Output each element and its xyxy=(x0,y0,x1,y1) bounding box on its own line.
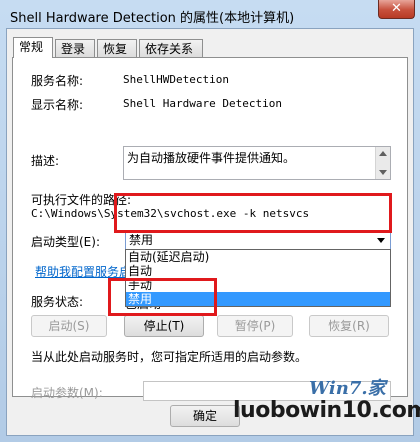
service-name-value: ShellHWDetection xyxy=(123,73,229,86)
startup-highlight xyxy=(114,193,392,233)
properties-window: Shell Hardware Detection 的属性(本地计算机) ✕ 常规… xyxy=(0,0,420,442)
startup-type-label: 启动类型(E): xyxy=(31,235,100,249)
status-label: 服务状态: xyxy=(31,295,84,309)
pause-button[interactable]: 暂停(P) xyxy=(217,315,293,337)
description-box[interactable]: 为自动播放硬件事件提供通知。 xyxy=(123,146,391,180)
startup-type-value: 禁用 xyxy=(129,233,154,247)
display-name-label: 显示名称: xyxy=(31,98,84,112)
watermark-site: luobowin10.com xyxy=(233,398,420,423)
resume-button[interactable]: 恢复(R) xyxy=(309,315,389,337)
description-label: 描述: xyxy=(31,154,60,168)
ok-button[interactable]: 确定 xyxy=(170,405,240,427)
watermark: Win7.家 luobowin10.com xyxy=(233,372,420,432)
tab-recovery[interactable]: 恢复 xyxy=(97,39,137,57)
startup-type-select[interactable]: 禁用 xyxy=(125,230,391,250)
start-button[interactable]: 启动(S) xyxy=(31,315,107,337)
stop-highlight xyxy=(108,278,217,316)
stop-button[interactable]: 停止(T) xyxy=(124,315,204,337)
watermark-logo: Win7.家 xyxy=(309,378,386,399)
tab-dependencies[interactable]: 依存关系 xyxy=(139,39,203,57)
params-label: 启动参数(M): xyxy=(31,386,103,400)
chevron-down-icon[interactable] xyxy=(377,238,385,243)
window-title: Shell Hardware Detection 的属性(本地计算机) xyxy=(10,11,295,26)
description-text: 为自动播放硬件事件提供通知。 xyxy=(127,151,296,165)
startup-option-auto[interactable]: 自动 xyxy=(126,264,390,278)
scroll-up-icon[interactable] xyxy=(379,151,387,156)
scroll-down-icon[interactable] xyxy=(379,170,387,175)
tab-general[interactable]: 常规 xyxy=(13,37,53,58)
description-scrollbar[interactable] xyxy=(375,147,390,179)
close-button[interactable]: ✕ xyxy=(378,0,415,19)
params-hint: 当从此处启动服务时，您可指定所适用的启动参数。 xyxy=(31,350,308,364)
startup-option-auto-delayed[interactable]: 自动(延迟启动) xyxy=(126,250,390,264)
tab-logon[interactable]: 登录 xyxy=(55,39,95,57)
display-name-value: Shell Hardware Detection xyxy=(123,97,282,110)
service-name-label: 服务名称: xyxy=(31,74,84,88)
